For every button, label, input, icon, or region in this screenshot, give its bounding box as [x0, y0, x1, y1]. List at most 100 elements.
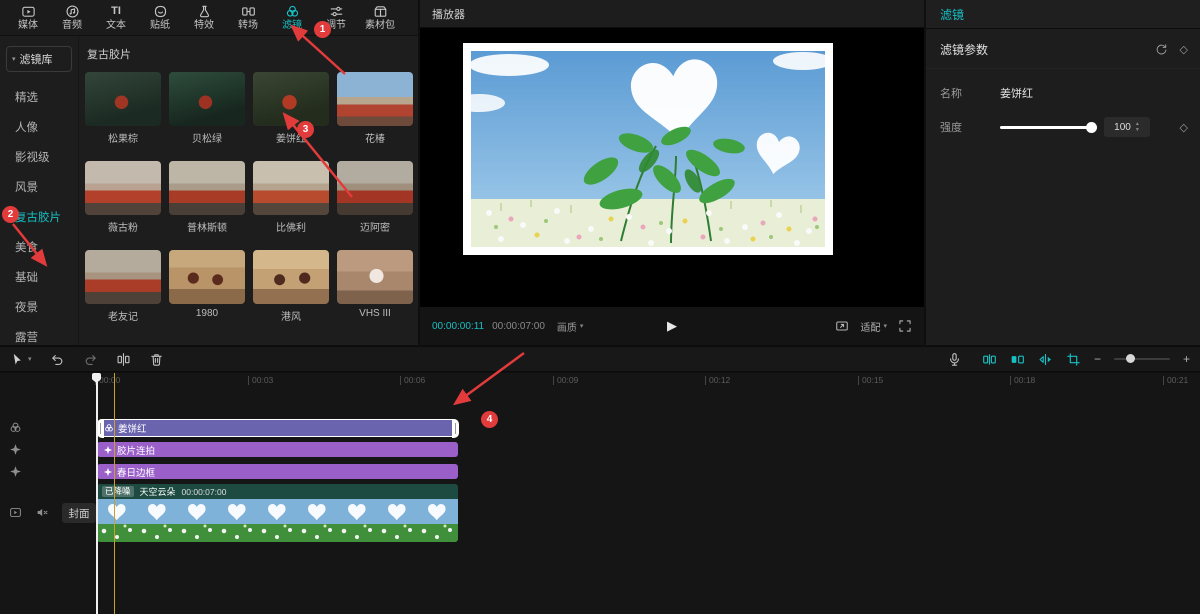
- split-icon[interactable]: [116, 352, 131, 367]
- mute-icon[interactable]: [36, 506, 49, 519]
- material-pack-icon: [373, 4, 388, 19]
- sidebar-item-portrait[interactable]: 人像: [0, 112, 78, 142]
- player-header: 播放器: [420, 0, 924, 28]
- reset-icon[interactable]: [1155, 43, 1168, 56]
- slider-knob[interactable]: [1086, 122, 1097, 133]
- keyframe-icon[interactable]: ◇: [1180, 43, 1188, 56]
- filter-card[interactable]: 普林斯顿: [169, 161, 245, 234]
- section-title: 滤镜参数: [940, 41, 988, 58]
- sidebar-item-featured[interactable]: 精选: [0, 82, 78, 112]
- fullscreen-icon[interactable]: [898, 319, 912, 333]
- filter-card[interactable]: 比佛利: [253, 161, 329, 234]
- preview-indicator-line: [114, 373, 115, 614]
- strength-slider[interactable]: [1000, 126, 1092, 129]
- ratio-icon[interactable]: [835, 319, 849, 333]
- toolbar-sticker-label: 贴纸: [150, 21, 170, 31]
- play-button[interactable]: ▶: [667, 318, 677, 334]
- tab-filter[interactable]: 滤镜: [940, 6, 964, 23]
- zoom-in-icon[interactable]: +: [1183, 352, 1190, 366]
- zoom-out-icon[interactable]: −: [1094, 352, 1101, 366]
- freeze-frame-icon[interactable]: [982, 352, 997, 367]
- delete-icon[interactable]: [149, 352, 164, 367]
- filter-card[interactable]: VHS III: [337, 250, 413, 323]
- fit-dropdown[interactable]: 适配 ▾: [860, 319, 887, 334]
- filter-section-title: 复古胶片: [87, 46, 412, 62]
- toolbar-media[interactable]: 媒体: [6, 1, 50, 35]
- inspector-header: 滤镜: [926, 0, 1200, 29]
- filter-track-icon[interactable]: [9, 421, 22, 434]
- cover-button[interactable]: 封面: [62, 503, 96, 523]
- sidebar-item-cinematic[interactable]: 影视级: [0, 142, 78, 172]
- value-stepper[interactable]: ▲ ▼: [1135, 122, 1140, 133]
- filter-card[interactable]: 老友记: [85, 250, 161, 323]
- filter-card[interactable]: 贝松绿: [169, 72, 245, 145]
- clip-left-handle[interactable]: [97, 419, 104, 438]
- sidebar-item-camping[interactable]: 露营: [0, 322, 78, 345]
- filter-thumbnail: [253, 161, 329, 215]
- strength-value-box[interactable]: 100 ▲ ▼: [1104, 117, 1150, 137]
- timeline-zoom-slider[interactable]: [1114, 358, 1170, 360]
- toolbar-effects[interactable]: 特效: [182, 1, 226, 35]
- filter-name: 花椿: [337, 130, 413, 145]
- select-tool-button[interactable]: ▾: [10, 352, 32, 367]
- toolbar-transition[interactable]: 转场: [226, 1, 270, 35]
- sidebar-item-landscape[interactable]: 风景: [0, 172, 78, 202]
- section-icons: ◇: [1155, 43, 1188, 56]
- sidebar-item-food[interactable]: 美食: [0, 232, 78, 262]
- effect-track-icon[interactable]: [9, 465, 22, 478]
- toolbar-sticker[interactable]: 贴纸: [138, 1, 182, 35]
- clip-label: 春日边框: [117, 465, 155, 479]
- playhead[interactable]: [96, 373, 98, 614]
- filter-name: 港风: [253, 308, 329, 323]
- video-clip-sky-clouds[interactable]: 已降噪 天空云朵 00:00:07:00: [97, 484, 458, 542]
- sidebar-header-filter-library[interactable]: ▾ 滤镜库: [6, 46, 72, 72]
- sky-hearts-image: [471, 51, 825, 247]
- toolbar-text[interactable]: TI 文本: [94, 1, 138, 35]
- filter-card[interactable]: 松果棕: [85, 72, 161, 145]
- filter-card[interactable]: 1980: [169, 250, 245, 323]
- filter-name: 老友记: [85, 308, 161, 323]
- filter-card[interactable]: 花椿: [337, 72, 413, 145]
- filter-card[interactable]: 迈阿密: [337, 161, 413, 234]
- video-area: [420, 28, 924, 307]
- sidebar-item-basic[interactable]: 基础: [0, 262, 78, 292]
- ruler-mark: 00:09: [553, 376, 578, 385]
- stepper-up-icon[interactable]: ▲: [1135, 122, 1140, 127]
- filter-thumbnail: [85, 250, 161, 304]
- microphone-icon[interactable]: [947, 352, 962, 367]
- filter-name: 姜饼红: [253, 130, 329, 145]
- stepper-down-icon[interactable]: ▼: [1135, 128, 1140, 133]
- filter-clip-gingerbread-red[interactable]: 姜饼红: [97, 419, 458, 437]
- video-track-icon[interactable]: [9, 506, 22, 519]
- audio-icon: [65, 4, 80, 19]
- media-icon: [21, 4, 36, 19]
- ruler-mark: 00:18: [1010, 376, 1035, 385]
- crop-icon[interactable]: [1066, 352, 1081, 367]
- timeline-toolbar: ▾ − +: [0, 346, 1200, 372]
- video-clip-header: 已降噪 天空云朵 00:00:07:00: [97, 484, 458, 499]
- timeline[interactable]: 00:00 00:03 00:06 00:09 00:12 00:15 00:1…: [0, 373, 1200, 614]
- sidebar-item-night[interactable]: 夜景: [0, 292, 78, 322]
- clip-label: 胶片连拍: [117, 443, 155, 457]
- effect-track-icon[interactable]: [9, 443, 22, 456]
- keyframe-icon[interactable]: ◇: [1180, 121, 1188, 134]
- filter-card[interactable]: 港风: [253, 250, 329, 323]
- toolbar-filter[interactable]: 滤镜: [270, 1, 314, 35]
- redo-icon[interactable]: [83, 352, 98, 367]
- undo-icon[interactable]: [50, 352, 65, 367]
- mirror-icon[interactable]: [1038, 352, 1053, 367]
- video-clip-name: 天空云朵: [140, 485, 176, 498]
- filter-thumbnail: [169, 250, 245, 304]
- effect-clip-film-burst[interactable]: 胶片连拍: [97, 442, 458, 457]
- reverse-icon[interactable]: [1010, 352, 1025, 367]
- filter-card[interactable]: 薇古粉: [85, 161, 161, 234]
- clip-right-handle[interactable]: [452, 419, 459, 438]
- filter-name: 贝松绿: [169, 130, 245, 145]
- player-right-controls: 适配 ▾: [835, 319, 912, 334]
- toolbar-material-pack[interactable]: 素材包: [358, 1, 402, 35]
- toolbar-audio[interactable]: 音频: [50, 1, 94, 35]
- effect-clip-spring-frame[interactable]: 春日边框: [97, 464, 458, 479]
- filter-card-gingerbread-red[interactable]: 姜饼红: [253, 72, 329, 145]
- quality-dropdown[interactable]: 画质 ▾: [557, 319, 584, 334]
- zoom-knob[interactable]: [1126, 354, 1135, 363]
